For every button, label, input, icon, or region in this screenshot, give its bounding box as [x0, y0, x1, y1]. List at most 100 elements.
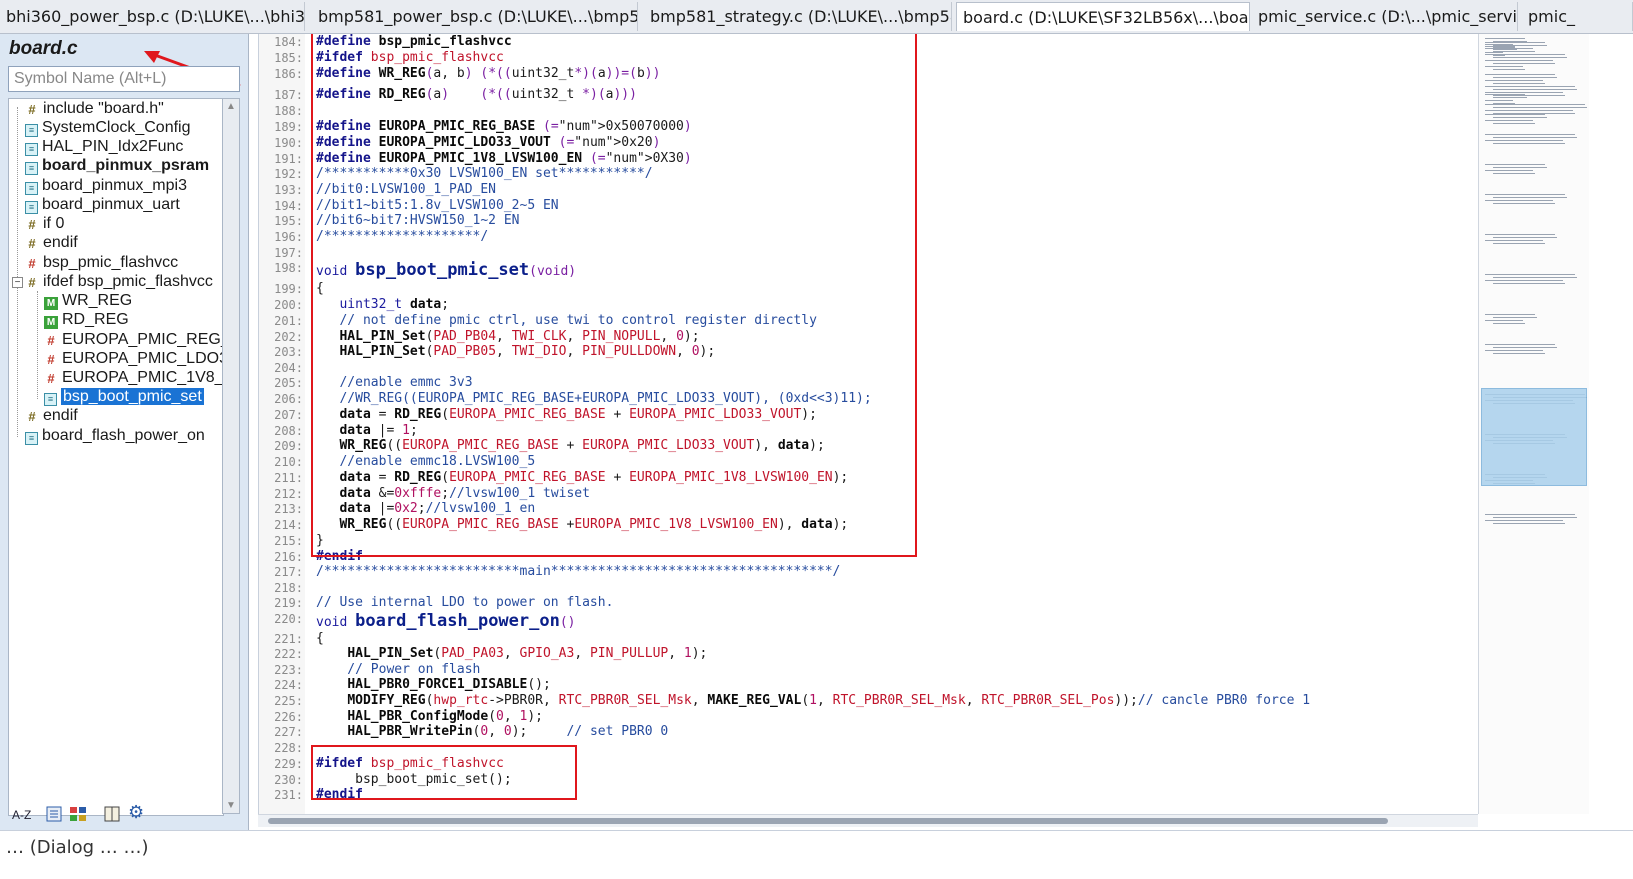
- highlight-box: [311, 34, 917, 557]
- tab-bhi360-power-bsp[interactable]: bhi360_power_bsp.c (D:\LUKE\...\bhi360): [0, 2, 305, 31]
- tree-connector: [37, 291, 38, 399]
- highlight-box: [311, 745, 577, 800]
- code-line: HAL_PBR_WritePin(0, 0); // set PBR0 0: [347, 724, 669, 739]
- line-number: 196:: [274, 230, 303, 244]
- line-number: 229:: [274, 757, 303, 771]
- symbol-item[interactable]: # endif: [25, 406, 77, 425]
- hash-icon: #: [28, 102, 36, 117]
- symbol-item[interactable]: ≡ HAL_PIN_Idx2Func: [25, 137, 183, 156]
- minimap-viewport[interactable]: [1481, 388, 1587, 486]
- symbol-tree: # include "board.h" ≡ SystemClock_Config ≡…: [8, 98, 224, 816]
- code-line: void board_flash_power_on(): [316, 611, 576, 631]
- line-number: 226:: [274, 710, 303, 724]
- hash-icon: #: [28, 275, 36, 290]
- code-line: MODIFY_REG(hwp_rtc->PBR0R, RTC_PBR0R_SEL…: [347, 693, 1311, 708]
- scroll-thumb[interactable]: [268, 818, 1388, 824]
- symbol-search-input[interactable]: [8, 66, 240, 92]
- minimap-line: [1485, 274, 1575, 275]
- tab-bmp581-power-bsp[interactable]: bmp581_power_bsp.c (D:\LUKE\...\bmp581): [312, 2, 638, 31]
- horizontal-scrollbar[interactable]: [258, 814, 1478, 827]
- line-number: 202:: [274, 330, 303, 344]
- code-line: // Power on flash: [316, 662, 481, 677]
- line-number: 203:: [274, 345, 303, 359]
- minimap-line: [1493, 63, 1537, 64]
- code-line: HAL_PIN_Set(PAD_PA03, GPIO_A3, PIN_PULLU…: [347, 646, 708, 661]
- symbol-item[interactable]: ≡ board_pinmux_mpi3: [25, 176, 187, 195]
- minimap-line: [1485, 66, 1523, 67]
- minimap-line: [1485, 194, 1565, 195]
- symbol-item-label: SystemClock_Config: [42, 119, 191, 136]
- minimap-line: [1485, 164, 1545, 165]
- line-number: 217:: [274, 565, 303, 579]
- sort-az-button[interactable]: A-Z: [12, 808, 31, 828]
- tab-pmic-service[interactable]: pmic_service.c (D:\...\pmic_service): [1252, 2, 1518, 31]
- minimap-line: [1493, 317, 1537, 318]
- line-number: 213:: [274, 502, 303, 516]
- symbol-item[interactable]: # endif: [25, 233, 77, 252]
- line-number: 209:: [274, 439, 303, 453]
- symbol-item-selected[interactable]: ≡ bsp_boot_pmic_set: [44, 387, 204, 406]
- symbol-item[interactable]: # EUROPA_PMIC_REG_BA: [44, 330, 223, 349]
- tree-connector: [17, 107, 18, 437]
- line-number: 192:: [274, 167, 303, 181]
- tab-label: bhi360_power_bsp.c (D:\LUKE\...\bhi360): [6, 7, 305, 26]
- book-icon[interactable]: [102, 804, 122, 824]
- symbol-item[interactable]: M RD_REG: [44, 310, 129, 329]
- code-editor[interactable]: 184: 185: 186: 187: 188: 189: 190: 191: 192: 193:…: [258, 34, 1479, 814]
- line-number: 199:: [274, 282, 303, 296]
- minimap[interactable]: [1478, 34, 1589, 814]
- bottom-panel-text: … (Dialog … …): [6, 837, 149, 858]
- symbol-item[interactable]: ≡ board_pinmux_psram: [25, 156, 209, 175]
- tree-scrollbar[interactable]: ▲ ▼: [222, 98, 240, 814]
- minimap-line: [1485, 38, 1525, 39]
- line-number: 198:: [274, 261, 303, 275]
- minimap-line: [1493, 143, 1565, 144]
- line-number: 227:: [274, 725, 303, 739]
- minimap-line: [1493, 517, 1577, 518]
- minimap-line: [1493, 243, 1545, 244]
- macro-icon: M: [44, 297, 58, 310]
- symbol-item[interactable]: # if 0: [25, 214, 64, 233]
- line-number: 216:: [274, 550, 303, 564]
- symbol-toolbar: A-Z ⚙: [8, 802, 243, 828]
- hash-red-icon: #: [47, 371, 55, 386]
- gear-icon[interactable]: ⚙: [128, 802, 144, 822]
- symbol-item[interactable]: ≡ SystemClock_Config: [25, 118, 191, 137]
- symbol-item[interactable]: # ifdef bsp_pmic_flashvcc: [25, 272, 212, 291]
- category-view-icon[interactable]: [68, 804, 90, 824]
- minimap-line: [1493, 167, 1547, 168]
- symbol-item[interactable]: # include "board.h": [25, 99, 163, 118]
- symbol-item[interactable]: # bsp_pmic_flashvcc: [25, 253, 178, 272]
- tab-pmic-overflow[interactable]: pmic_: [1522, 2, 1633, 31]
- minimap-line: [1485, 134, 1575, 135]
- minimap-line: [1485, 42, 1545, 43]
- tab-board-c[interactable]: board.c (D:\LUKE\SF32LB56x\...\board)✖: [956, 2, 1250, 31]
- line-number: 212:: [274, 487, 303, 501]
- code-line: HAL_PBR_ConfigMode(0, 1);: [347, 709, 543, 724]
- minimap-line: [1493, 277, 1577, 278]
- minimap-line: [1493, 323, 1525, 324]
- tab-label: pmic_: [1528, 7, 1575, 26]
- minimap-line: [1485, 100, 1513, 101]
- symbol-item[interactable]: ≡ board_flash_power_on: [25, 426, 205, 445]
- list-view-icon[interactable]: [44, 804, 64, 824]
- minimap-line: [1485, 110, 1573, 111]
- minimap-line: [1493, 95, 1565, 96]
- symbol-item[interactable]: # EUROPA_PMIC_1V8_LV: [44, 368, 223, 387]
- minimap-line: [1485, 344, 1555, 345]
- symbol-item-label: bsp_pmic_flashvcc: [43, 254, 179, 271]
- symbol-item[interactable]: M WR_REG: [44, 291, 132, 310]
- symbol-panel: board.c # include "board.h" ≡ SystemClock_…: [0, 34, 249, 830]
- minimap-line: [1493, 203, 1555, 204]
- hash-icon: #: [28, 217, 36, 232]
- collapse-icon[interactable]: −: [12, 277, 23, 288]
- symbol-item[interactable]: # EUROPA_PMIC_LDO33: [44, 349, 223, 368]
- tab-bmp581-strategy[interactable]: bmp581_strategy.c (D:\LUKE\...\bmp581): [644, 2, 952, 31]
- minimap-line: [1493, 237, 1557, 238]
- line-number: 210:: [274, 455, 303, 469]
- scroll-up-icon[interactable]: ▲: [226, 101, 236, 112]
- minimap-line: [1493, 123, 1535, 124]
- symbol-item[interactable]: ≡ board_pinmux_uart: [25, 195, 180, 214]
- function-icon: ≡: [25, 162, 38, 175]
- line-number: 222:: [274, 647, 303, 661]
